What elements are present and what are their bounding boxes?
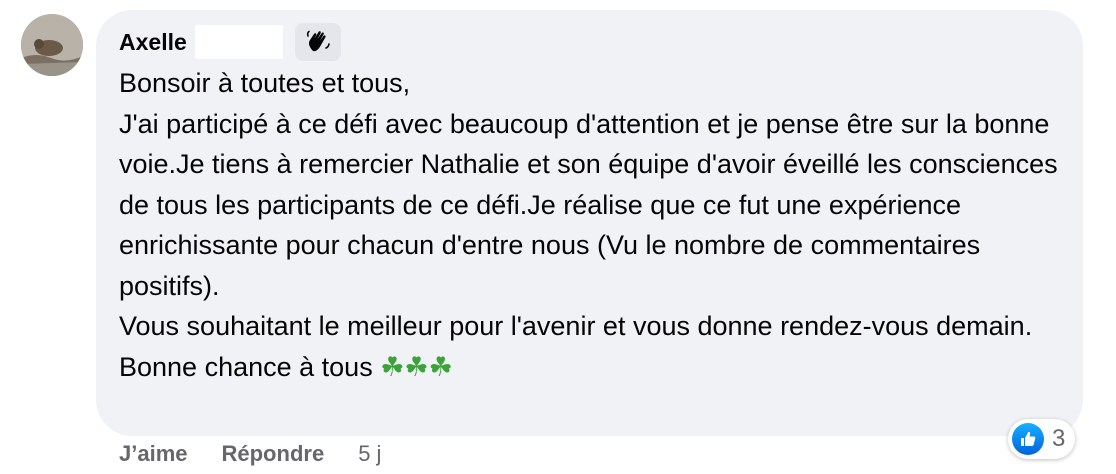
comment-text: Bonsoir à toutes et tous, J'ai participé… <box>119 63 1059 387</box>
reaction-count: 3 <box>1052 425 1066 452</box>
comment-line-last: Bonne chance à tous ☘☘☘ <box>119 347 1059 388</box>
author-name[interactable]: Axelle <box>119 29 187 56</box>
timestamp[interactable]: 5 j <box>358 441 381 467</box>
like-icon <box>1012 423 1044 455</box>
comment-line: Vous souhaitant le meilleur pour l'aveni… <box>119 311 1033 341</box>
shamrock-icon: ☘☘☘ <box>380 351 453 382</box>
comment-line: Bonsoir à toutes et tous, <box>119 68 411 98</box>
reactions-summary[interactable]: 3 <box>1008 419 1076 459</box>
comment-line: J'ai participé à ce défi avec beaucoup d… <box>119 108 1058 301</box>
waving-hand-icon[interactable] <box>294 23 341 61</box>
comment-line-text: Bonne chance à tous <box>119 351 373 382</box>
redacted-surname <box>194 25 283 59</box>
reply-button[interactable]: Répondre <box>222 441 325 467</box>
comment-bubble: Axelle Bonsoir à toutes et tous, J'ai pa… <box>96 10 1083 436</box>
comment-header: Axelle <box>119 23 341 61</box>
avatar[interactable] <box>21 14 83 76</box>
like-button[interactable]: J’aime <box>119 441 188 467</box>
comment-actions: J’aime Répondre 5 j <box>119 441 381 467</box>
